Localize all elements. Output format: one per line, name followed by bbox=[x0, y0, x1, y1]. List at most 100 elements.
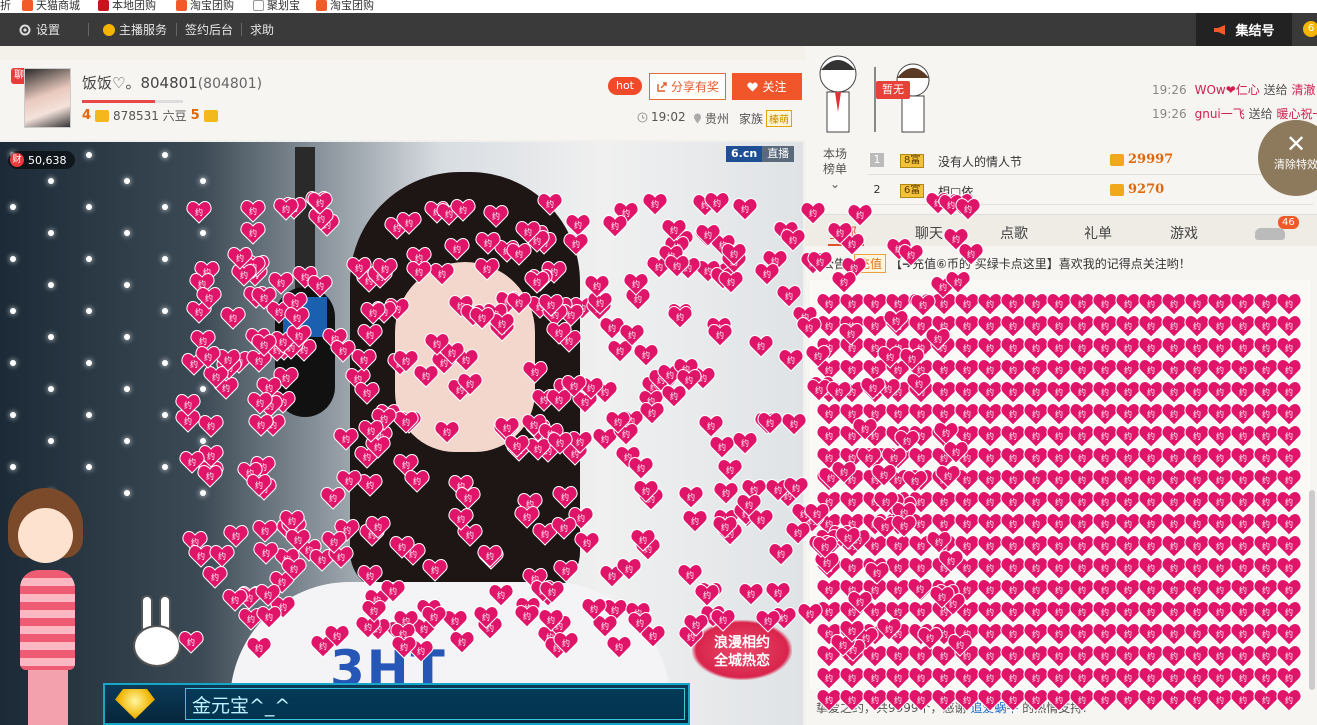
stage-light bbox=[86, 464, 92, 470]
stage-light bbox=[200, 438, 206, 444]
share-button[interactable]: 分享有奖 bbox=[649, 73, 726, 100]
gift-banner-text: 金元宝^_^ bbox=[192, 695, 291, 717]
stage-light bbox=[124, 178, 130, 184]
stage-light bbox=[200, 230, 206, 236]
level-left: 4 bbox=[82, 108, 92, 123]
stage-light bbox=[124, 334, 130, 340]
chat-scrollbar[interactable] bbox=[1309, 490, 1315, 690]
crown-icon bbox=[95, 109, 110, 122]
announcement-text[interactable]: 【➔充值⑥币的 买绿卡点这里】喜欢我的记得点关注哟！ bbox=[890, 255, 1191, 272]
cartoon-face bbox=[18, 508, 73, 563]
microphone bbox=[265, 147, 345, 567]
settings-label: 设置 bbox=[36, 23, 61, 37]
avatar[interactable] bbox=[24, 68, 71, 128]
divider bbox=[241, 23, 242, 36]
tab-games[interactable]: 游戏 bbox=[1170, 223, 1198, 243]
share-label: 分享有奖 bbox=[670, 80, 719, 94]
coin-icon[interactable]: 6 bbox=[1303, 21, 1317, 37]
stage-light bbox=[10, 308, 16, 314]
settings-link[interactable]: 设置 bbox=[18, 21, 60, 38]
mic-arm bbox=[295, 147, 315, 297]
jijiehao-label: 集结号 bbox=[1235, 24, 1275, 39]
stage-light bbox=[124, 490, 130, 496]
bookmark-item[interactable]: 淘宝团购 bbox=[316, 0, 374, 13]
tab-chat[interactable]: 聊天 bbox=[915, 223, 943, 243]
gold-ingot-icon bbox=[115, 689, 155, 719]
mic-band bbox=[283, 297, 327, 337]
stage-light bbox=[10, 256, 16, 262]
promo-seal[interactable]: 浪漫相约 全城热恋 bbox=[692, 620, 792, 680]
stage-light bbox=[162, 152, 168, 158]
rank-number: 1 bbox=[870, 153, 884, 167]
promo-line-1: 浪漫相约 bbox=[714, 635, 770, 651]
family-tag: 榛萌 bbox=[766, 110, 793, 127]
gift-sender[interactable]: gnui一飞 bbox=[1195, 107, 1245, 121]
rank-row[interactable]: 2 6富 相□依 9270 bbox=[868, 177, 1313, 205]
share-icon bbox=[657, 81, 667, 92]
bookmark-item[interactable]: 天猫商城 bbox=[22, 0, 80, 13]
car-icon[interactable] bbox=[1255, 228, 1285, 240]
gift-verb: 送给 bbox=[1248, 107, 1273, 121]
host-service-label: 主播服务 bbox=[119, 23, 168, 37]
top-nav: 设置 主播服务 签约后台 求助 集结号 6 bbox=[0, 13, 1317, 46]
clear-effects-label: 清除特效 bbox=[1274, 158, 1317, 171]
gear-icon bbox=[19, 24, 31, 35]
tab-song-request[interactable]: 点歌 bbox=[1000, 223, 1028, 243]
stage-light bbox=[86, 256, 92, 262]
host-family[interactable]: 家族 榛萌 bbox=[739, 110, 793, 127]
cartoon-dress bbox=[20, 570, 75, 670]
stage-light bbox=[86, 308, 92, 314]
level-right: 5 bbox=[190, 108, 200, 123]
taobao-icon bbox=[176, 0, 187, 11]
jijiehao-button[interactable]: 集结号 bbox=[1196, 13, 1292, 46]
stage-light bbox=[10, 412, 16, 418]
bookmark-item[interactable]: 聚划宝 bbox=[253, 0, 300, 13]
bunny-head bbox=[133, 625, 181, 667]
announcement: 公告: 充值 【➔充值⑥币的 买绿卡点这里】喜欢我的记得点关注哟！ bbox=[822, 254, 1191, 273]
bookmark-label: 折 bbox=[0, 0, 11, 12]
gift-time: 19:26 bbox=[1152, 83, 1187, 97]
gift-time: 19:26 bbox=[1152, 107, 1187, 121]
stage-light bbox=[86, 204, 92, 210]
host-id: (804801) bbox=[197, 76, 263, 92]
active-tab-indicator bbox=[828, 244, 864, 246]
tab-all[interactable]: 全部 bbox=[829, 223, 857, 243]
stage-light bbox=[48, 438, 54, 444]
help-link[interactable]: 求助 bbox=[250, 21, 274, 38]
chevron-down-icon: ⌄ bbox=[829, 177, 841, 191]
follow-button[interactable]: 关注 bbox=[732, 73, 802, 100]
follow-label: 关注 bbox=[762, 80, 787, 94]
sign-backend-link[interactable]: 签约后台 bbox=[185, 21, 233, 38]
bookmark-label: 淘宝团购 bbox=[190, 0, 234, 12]
bookmark-label: 聚划宝 bbox=[267, 0, 300, 12]
host-location: 贵州 bbox=[693, 110, 729, 127]
video-stream[interactable] bbox=[0, 142, 803, 725]
promo-line-2: 全城热恋 bbox=[714, 653, 770, 669]
family-label: 家族 bbox=[739, 112, 764, 126]
gift-target[interactable]: 清澈 bbox=[1291, 83, 1315, 97]
thanks-prefix: 挚爱之约，共9999个，感谢 bbox=[816, 701, 967, 715]
announcement-prefix: 公告: bbox=[822, 257, 851, 271]
bookmark-item[interactable]: 折 bbox=[0, 0, 11, 13]
bookmark-item[interactable]: 淘宝团购 bbox=[176, 0, 234, 13]
chat-messages[interactable] bbox=[810, 280, 1310, 690]
stage-light bbox=[48, 282, 54, 288]
rank-row[interactable]: 1 8富 没有人的情人节 29997 bbox=[868, 147, 1313, 175]
sign-backend-label: 签约后台 bbox=[185, 23, 234, 37]
bookmark-item[interactable]: 本地团购 bbox=[98, 0, 156, 13]
gift-verb: 送给 bbox=[1263, 83, 1288, 97]
streamer-face bbox=[395, 262, 535, 452]
host-name-text: 饭饭♡。804801 bbox=[82, 74, 198, 92]
rank-score-value: 29997 bbox=[1128, 152, 1174, 167]
host-name[interactable]: 饭饭♡。804801(804801) bbox=[82, 72, 262, 93]
stage-light bbox=[86, 152, 92, 158]
host-service-link[interactable]: 主播服务 bbox=[103, 21, 167, 38]
gift-target[interactable]: 暖心祝一 bbox=[1276, 107, 1317, 121]
rank-toggle[interactable]: 本场 榜单 ⌄ bbox=[813, 147, 857, 207]
gift-sender[interactable]: WOw❤仁心 bbox=[1195, 83, 1260, 97]
thanks-user[interactable]: 追爱蜗牛 bbox=[970, 701, 1018, 715]
host-header: 聊 饭饭♡。804801(804801) 4 878531 六豆 5 bbox=[0, 60, 805, 140]
stage-light bbox=[162, 412, 168, 418]
tab-gift-list[interactable]: 礼单 bbox=[1084, 223, 1112, 243]
recharge-button[interactable]: 充值 bbox=[854, 254, 887, 273]
